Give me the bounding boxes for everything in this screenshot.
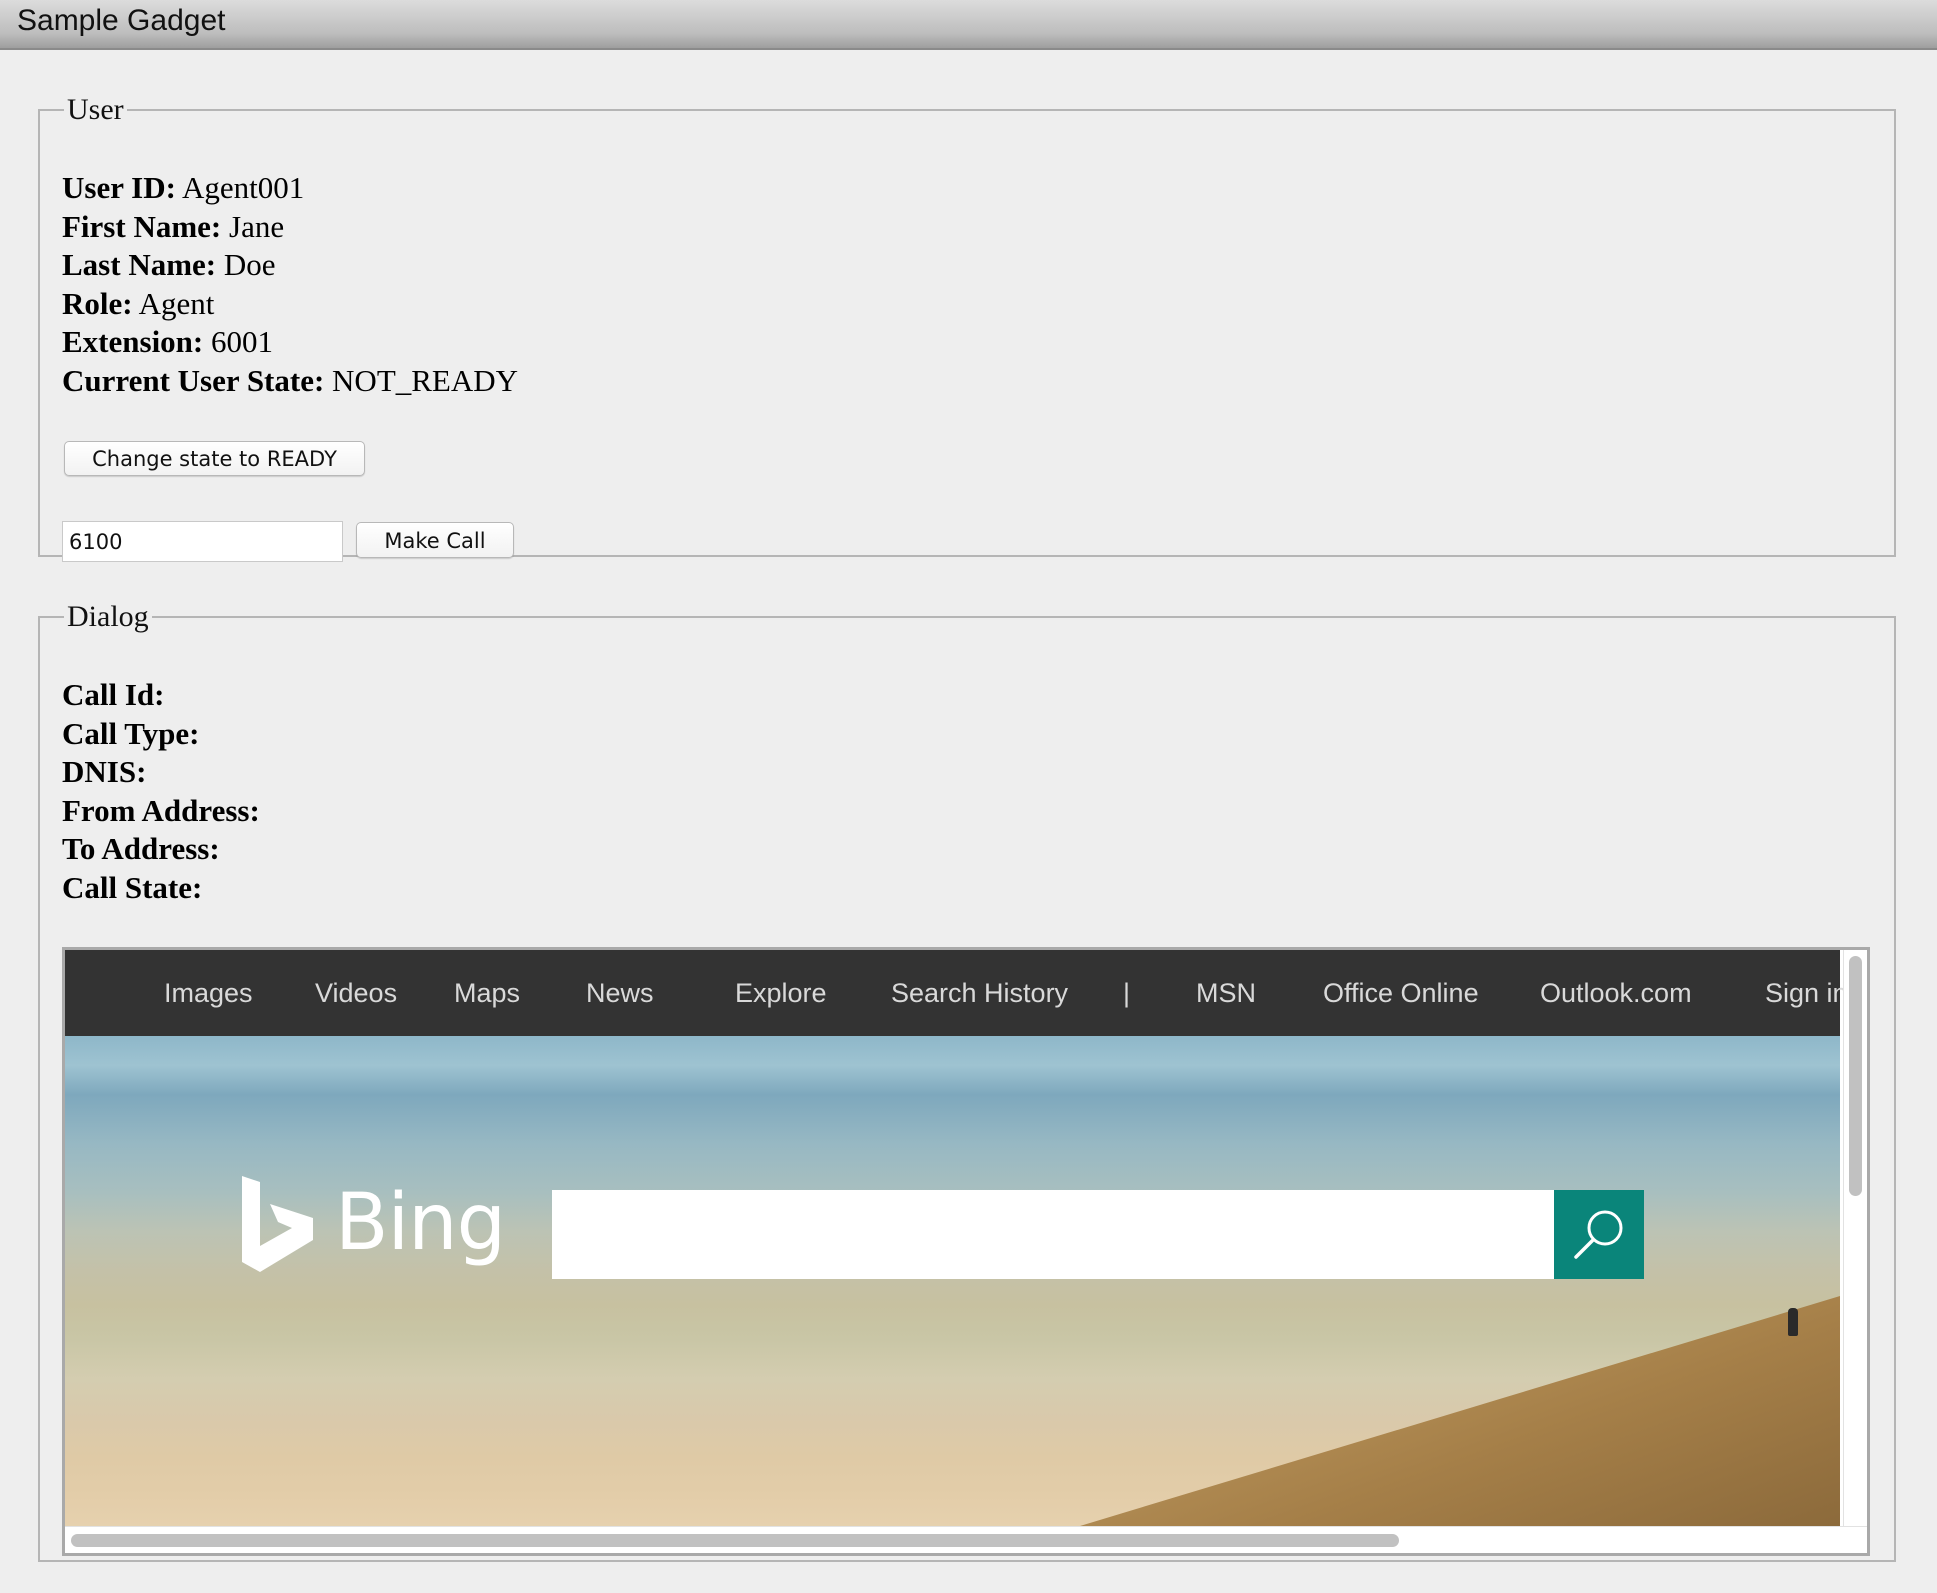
nav-news[interactable]: News (586, 950, 654, 1036)
last-name-value: Doe (223, 247, 276, 282)
embedded-browser-frame: Images Videos Maps News Explore Search H… (62, 947, 1870, 1556)
call-state-row: Call State: (62, 869, 260, 908)
bing-search-button[interactable] (1554, 1190, 1644, 1279)
dialog-legend: Dialog (67, 600, 149, 633)
nav-maps[interactable]: Maps (454, 950, 520, 1036)
user-state-row: Current User State: NOT_READY (62, 362, 518, 401)
bing-nav-bar: Images Videos Maps News Explore Search H… (65, 950, 1848, 1036)
nav-office-online[interactable]: Office Online (1323, 950, 1479, 1036)
user-info: User ID: Agent001 First Name: Jane Last … (62, 169, 518, 400)
horizontal-scrollbar[interactable] (65, 1526, 1867, 1553)
user-state-value: NOT_READY (332, 362, 519, 398)
last-name-row: Last Name: Doe (62, 246, 518, 285)
bing-b-icon (242, 1176, 313, 1272)
nav-outlook[interactable]: Outlook.com (1540, 950, 1692, 1036)
vertical-scrollbar[interactable] (1843, 950, 1867, 1526)
field-label: First Name: (62, 208, 222, 244)
magnifier-icon (1574, 1210, 1623, 1259)
field-label: Call Type: (62, 715, 200, 751)
title-bar: Sample Gadget (0, 0, 1937, 50)
first-name-value: Jane (229, 208, 285, 244)
nav-images[interactable]: Images (164, 950, 253, 1036)
field-label: DNIS: (62, 754, 147, 789)
sand-dune (1080, 1296, 1840, 1526)
user-panel: User User ID: Agent001 First Name: Jane … (38, 93, 1896, 562)
hiker-figure (1788, 1308, 1798, 1336)
user-legend: User (67, 93, 124, 126)
gadget-title: Sample Gadget (17, 4, 226, 37)
first-name-row: First Name: Jane (62, 208, 518, 247)
nav-videos[interactable]: Videos (315, 950, 397, 1036)
horizontal-scroll-thumb[interactable] (71, 1534, 1399, 1547)
nav-explore[interactable]: Explore (735, 950, 827, 1036)
nav-msn[interactable]: MSN (1196, 950, 1256, 1036)
field-label: From Address: (62, 792, 260, 828)
field-label: Role: (62, 285, 133, 321)
make-call-button[interactable]: Make Call (356, 522, 514, 558)
field-label: Current User State: (62, 362, 325, 398)
bing-background-image: Bing (65, 1036, 1840, 1526)
call-type-row: Call Type: (62, 715, 260, 754)
dialog-info: Call Id: Call Type: DNIS: From Address: … (62, 676, 260, 907)
field-label: Last Name: (62, 247, 217, 282)
extension-row: Extension: 6001 (62, 323, 518, 362)
nav-sign-in[interactable]: Sign in (1765, 950, 1848, 1036)
change-state-button[interactable]: Change state to READY (64, 441, 365, 476)
to-address-row: To Address: (62, 830, 260, 869)
user-id-value: Agent001 (181, 170, 305, 205)
bing-logo: Bing (240, 1176, 506, 1281)
user-id-row: User ID: Agent001 (62, 169, 518, 208)
bing-wordmark: Bing (335, 1178, 506, 1268)
role-row: Role: Agent (62, 285, 518, 324)
field-label: User ID: (62, 170, 176, 205)
field-label: To Address: (62, 831, 220, 866)
field-label: Extension: (62, 324, 204, 359)
extension-value: 6001 (211, 324, 273, 359)
call-id-row: Call Id: (62, 676, 260, 715)
dialog-panel: Dialog Call Id: Call Type: DNIS: From Ad… (38, 600, 1896, 1562)
nav-separator: | (1123, 978, 1131, 1008)
role-value: Agent (138, 285, 215, 321)
dial-number-input[interactable] (62, 521, 343, 562)
nav-search-history[interactable]: Search History (891, 950, 1068, 1036)
bing-search-input[interactable] (552, 1190, 1554, 1279)
dnis-row: DNIS: (62, 753, 260, 792)
from-address-row: From Address: (62, 792, 260, 831)
vertical-scroll-thumb[interactable] (1849, 956, 1862, 1196)
field-label: Call State: (62, 869, 203, 905)
field-label: Call Id: (62, 677, 165, 712)
